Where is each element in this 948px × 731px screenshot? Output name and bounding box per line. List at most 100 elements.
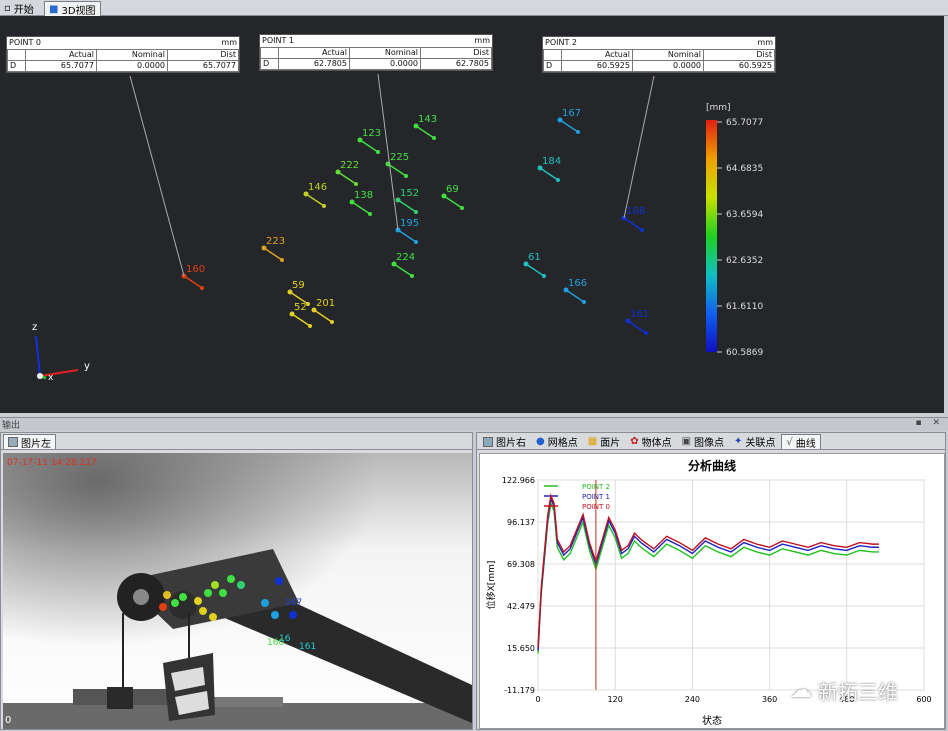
cell: D [543, 60, 562, 72]
marker-195-tip [414, 240, 418, 244]
marker-152-label: 152 [400, 188, 419, 199]
photo-corner-label: 0 [5, 715, 11, 726]
marker-61-label: 61 [528, 252, 541, 263]
tab-start[interactable]: ▫ 开始 [0, 1, 38, 16]
tab-label: 关联点 [745, 438, 776, 449]
home-icon: ▫ [4, 3, 11, 14]
x-tick-label: 120 [608, 695, 623, 704]
marker-69-vector [443, 195, 463, 209]
watermark: ☁ 新拓三维 [790, 676, 898, 705]
marker-52-label: 52 [294, 302, 307, 313]
marker-143-vector [415, 125, 435, 139]
marker-152-tip [414, 210, 418, 214]
marker-69-tip [460, 206, 464, 210]
cell: Nominal [96, 49, 168, 61]
link-point-icon: ✦ [734, 436, 743, 447]
marker-195-label: 195 [400, 218, 419, 229]
cell: 0.0000 [632, 60, 704, 72]
y-axis-title: 位移X[mm] [485, 561, 497, 610]
marker-225-label: 225 [390, 152, 409, 163]
cell: Dist [703, 49, 775, 61]
x-tick-label: 360 [762, 695, 777, 704]
cell: 65.7077 [167, 60, 239, 72]
marker-138-tip [368, 212, 372, 216]
marker-225-tip [404, 174, 408, 178]
cell: 60.5925 [561, 60, 633, 72]
tab-image-points[interactable]: ▣ 图像点 [677, 434, 729, 449]
tab-facets[interactable]: ▦ 面片 [583, 434, 625, 449]
y-tick-label: 15.650 [507, 644, 535, 653]
marker-161-tip [644, 331, 648, 335]
tab-label: 面片 [600, 438, 621, 449]
photo-timestamp: 07-17-11 14:28:217 [7, 458, 97, 468]
marker-143-label: 143 [418, 114, 437, 125]
marker-167-vector [559, 119, 579, 133]
marker-166-tip [582, 300, 586, 304]
cell [543, 49, 562, 61]
marker-201-label: 201 [316, 298, 335, 309]
tab-linked-points[interactable]: ✦ 关联点 [730, 434, 780, 449]
colorbar-tick-label: 65.7077 [726, 118, 763, 128]
marker-201-tip [330, 320, 334, 324]
output-bar: 输出 ▪ ✕ [0, 417, 948, 431]
grid-point-icon: ● [536, 436, 545, 447]
marker-222-vector [337, 171, 357, 185]
chart-title: 分析曲线 [688, 458, 736, 473]
image-point-icon: ▣ [681, 436, 692, 447]
pin-close-icons[interactable]: ▪ ✕ [915, 418, 944, 428]
marker-146-label: 146 [308, 182, 327, 193]
marker-152-vector [397, 199, 417, 213]
3d-viewport[interactable]: 143 123 167 222 225 184 146 138 152 69 168 195 223 22… [0, 16, 944, 413]
marker-143-tip [432, 136, 436, 140]
watermark-text: 新拓三维 [818, 680, 898, 704]
point-0-box: POINT 0 mm Actual Nominal Dist D 65.7077 0.00… [6, 36, 240, 73]
tab-image-left-label: 图片左 [21, 438, 51, 450]
tab-3d-view[interactable]: ■ 3D视图 [44, 1, 101, 17]
tab-3d-view-label: 3D视图 [61, 5, 96, 17]
point-0-unit: mm [221, 38, 237, 47]
cell: D [7, 60, 26, 72]
tab-object-points[interactable]: ✿ 物体点 [626, 434, 676, 449]
cell: D [260, 58, 279, 70]
right-tab-row: 图片右 ● 网格点 ▦ 面片 ✿ 物体点 ▣ 图像点 ✦ 关联点 √ 曲线 [477, 433, 945, 450]
tab-image-left[interactable]: 图片左 [3, 434, 56, 450]
cell: Dist [420, 47, 492, 59]
cell [260, 47, 279, 59]
colorbar-tick-label: 62.6352 [726, 256, 763, 266]
cube-icon: ■ [49, 3, 59, 15]
curve-icon: √ [786, 436, 793, 448]
cell: 0.0000 [96, 60, 168, 72]
photo-label-167: 167 [285, 598, 302, 608]
cell: Nominal [632, 49, 704, 61]
left-tab-row: 图片左 [1, 433, 472, 450]
axis-origin [37, 373, 43, 379]
marker-123-tip [376, 150, 380, 154]
marker-123-vector [359, 139, 379, 153]
marker-138-vector [351, 201, 371, 215]
marker-184-vector [539, 167, 559, 181]
marker-160-vector [183, 275, 203, 289]
tab-image-right[interactable]: 图片右 [479, 434, 530, 449]
tab-label: 物体点 [641, 438, 672, 449]
tab-grid-points[interactable]: ● 网格点 [532, 434, 582, 449]
cell: Actual [561, 49, 633, 61]
colorbar-tick-label: 61.6110 [726, 302, 763, 312]
point-2-unit: mm [757, 38, 773, 47]
marker-195-vector [397, 229, 417, 243]
marker-146-vector [305, 193, 325, 207]
point-1-box: POINT 1 mm Actual Nominal Dist D 62.7805 0.00… [259, 34, 493, 71]
z-axis [35, 335, 41, 377]
left-image-panel: 图片左 07-17-11 14:28:217 0 160 161 16 167 [0, 432, 473, 730]
marker-161-label: 161 [630, 309, 649, 320]
y-tick-label: -11.179 [504, 686, 535, 695]
z-axis-label: z [32, 322, 37, 333]
marker-146-tip [322, 204, 326, 208]
marker-161-vector [627, 320, 647, 334]
tab-curves[interactable]: √ 曲线 [781, 434, 821, 450]
marker-222-tip [354, 182, 358, 186]
object-point-icon: ✿ [630, 436, 639, 447]
cell: 65.7077 [25, 60, 97, 72]
leader-point-2 [623, 75, 655, 219]
facet-icon: ▦ [587, 436, 598, 447]
cell: Actual [278, 47, 350, 59]
